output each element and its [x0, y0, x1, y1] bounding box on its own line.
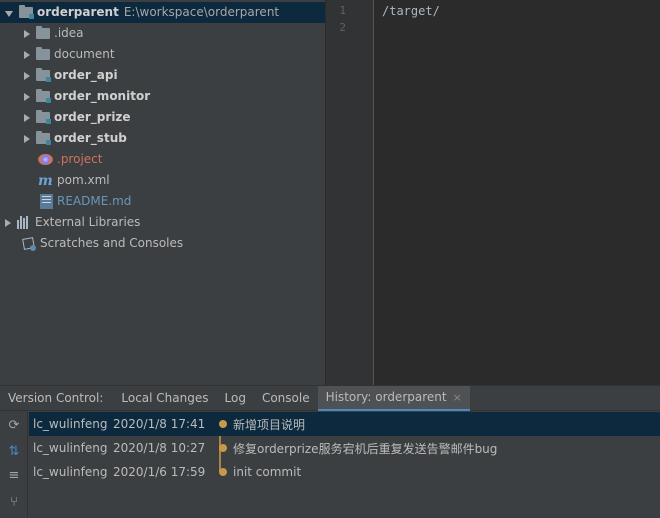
maven-icon: m	[38, 172, 53, 189]
scratches-icon	[22, 237, 36, 251]
markdown-file-icon	[40, 194, 53, 209]
tab-history[interactable]: History: orderparent ×	[317, 385, 470, 411]
folder-icon	[36, 26, 50, 39]
collapse-arrow-icon[interactable]	[5, 218, 11, 227]
module-folder-icon	[36, 131, 51, 145]
collapse-arrow-icon[interactable]	[24, 134, 30, 143]
commit-message: init commit	[233, 465, 302, 479]
collapse-arrow-icon[interactable]	[24, 29, 30, 38]
tree-item-label: External Libraries	[35, 215, 141, 229]
branch-icon[interactable]: ⑂	[6, 495, 22, 511]
line-gutter: 1 2	[326, 0, 374, 385]
module-folder-icon	[36, 110, 51, 124]
tree-item-label: order_prize	[54, 110, 131, 124]
tree-item-order-monitor[interactable]: order_monitor	[0, 86, 325, 107]
commit-author: lc_wulinfeng	[33, 417, 108, 431]
collapse-arrow-icon[interactable]	[24, 50, 30, 59]
collapse-arrow-icon[interactable]	[24, 92, 30, 101]
line-number: 2	[339, 21, 346, 34]
diff-list-icon[interactable]: ≡	[6, 468, 22, 484]
tree-item-pom[interactable]: m pom.xml	[0, 170, 325, 191]
commit-dot-icon	[219, 444, 227, 452]
tree-item-order-api[interactable]: order_api	[0, 65, 325, 86]
line-number: 1	[339, 4, 346, 17]
commit-author: lc_wulinfeng	[33, 441, 108, 455]
commit-message: 新增项目说明	[233, 417, 306, 432]
tree-item-label: pom.xml	[57, 173, 110, 187]
tab-console[interactable]: Console	[254, 386, 318, 411]
tree-item-label: .project	[57, 152, 103, 166]
tree-item-document[interactable]: document	[0, 44, 325, 65]
history-list: lc_wulinfeng 2020/1/8 17:41 新增项目说明 lc_wu…	[29, 412, 660, 518]
history-row[interactable]: lc_wulinfeng 2020/1/6 17:59 init commit	[29, 460, 660, 484]
tab-history-label: History: orderparent	[325, 389, 447, 404]
editor[interactable]: 1 2 /target/	[326, 0, 660, 385]
folder-icon	[36, 47, 50, 60]
tree-item-scratches[interactable]: Scratches and Consoles	[0, 233, 325, 254]
commit-message: 修复orderprize服务宕机后重复发送告警邮件bug	[233, 441, 498, 456]
tree-item-label: order_stub	[54, 131, 127, 145]
tree-item-label: order_monitor	[54, 89, 151, 103]
tree-item-project-file[interactable]: .project	[0, 149, 325, 170]
module-folder-icon	[36, 68, 51, 82]
collapse-arrow-icon[interactable]	[24, 71, 30, 80]
version-control-panel: Version Control: Local Changes Log Conso…	[0, 385, 660, 518]
tree-item-label: order_api	[54, 68, 118, 82]
expand-arrow-icon[interactable]	[5, 10, 13, 17]
tree-item-label: .idea	[54, 26, 84, 40]
root-name: orderparent	[37, 5, 119, 19]
commit-date: 2020/1/6 17:59	[113, 465, 206, 479]
tree-item-label: document	[54, 47, 115, 61]
library-icon	[17, 216, 31, 229]
compare-icon[interactable]: ⇅	[6, 444, 22, 460]
tree-item-idea[interactable]: .idea	[0, 23, 325, 44]
commit-dot-icon	[219, 420, 227, 428]
module-folder-icon	[36, 89, 51, 103]
module-folder-icon	[19, 5, 34, 19]
tree-item-label: README.md	[57, 194, 132, 208]
history-toolbar: ⟳ ⇅ ≡ ⑂	[0, 412, 28, 518]
tree-item-order-stub[interactable]: order_stub	[0, 128, 325, 149]
collapse-arrow-icon[interactable]	[24, 113, 30, 122]
tab-log[interactable]: Log	[217, 386, 254, 411]
close-icon[interactable]: ×	[453, 385, 462, 410]
refresh-icon[interactable]: ⟳	[6, 418, 22, 434]
history-row[interactable]: lc_wulinfeng 2020/1/8 17:41 新增项目说明	[29, 412, 660, 436]
eclipse-project-icon	[38, 154, 53, 165]
tree-item-readme[interactable]: README.md	[0, 191, 325, 212]
tree-root-orderparent[interactable]: orderparent E:\workspace\orderparent	[0, 2, 325, 23]
root-path: E:\workspace\orderparent	[123, 5, 280, 19]
history-row[interactable]: lc_wulinfeng 2020/1/8 10:27 修复orderprize…	[29, 436, 660, 460]
commit-date: 2020/1/8 17:41	[113, 417, 206, 431]
tree-item-external-libraries[interactable]: External Libraries	[0, 212, 325, 233]
version-control-label: Version Control:	[8, 390, 104, 405]
tab-local-changes[interactable]: Local Changes	[113, 386, 216, 411]
tool-window-tab-bar: Version Control: Local Changes Log Conso…	[0, 385, 660, 411]
project-tree: orderparent E:\workspace\orderparent .id…	[0, 0, 325, 385]
commit-date: 2020/1/8 10:27	[113, 441, 206, 455]
code-line[interactable]: /target/	[382, 3, 440, 19]
commit-dot-icon	[219, 468, 227, 476]
tree-item-label: Scratches and Consoles	[40, 236, 184, 250]
tree-item-order-prize[interactable]: order_prize	[0, 107, 325, 128]
commit-author: lc_wulinfeng	[33, 465, 108, 479]
